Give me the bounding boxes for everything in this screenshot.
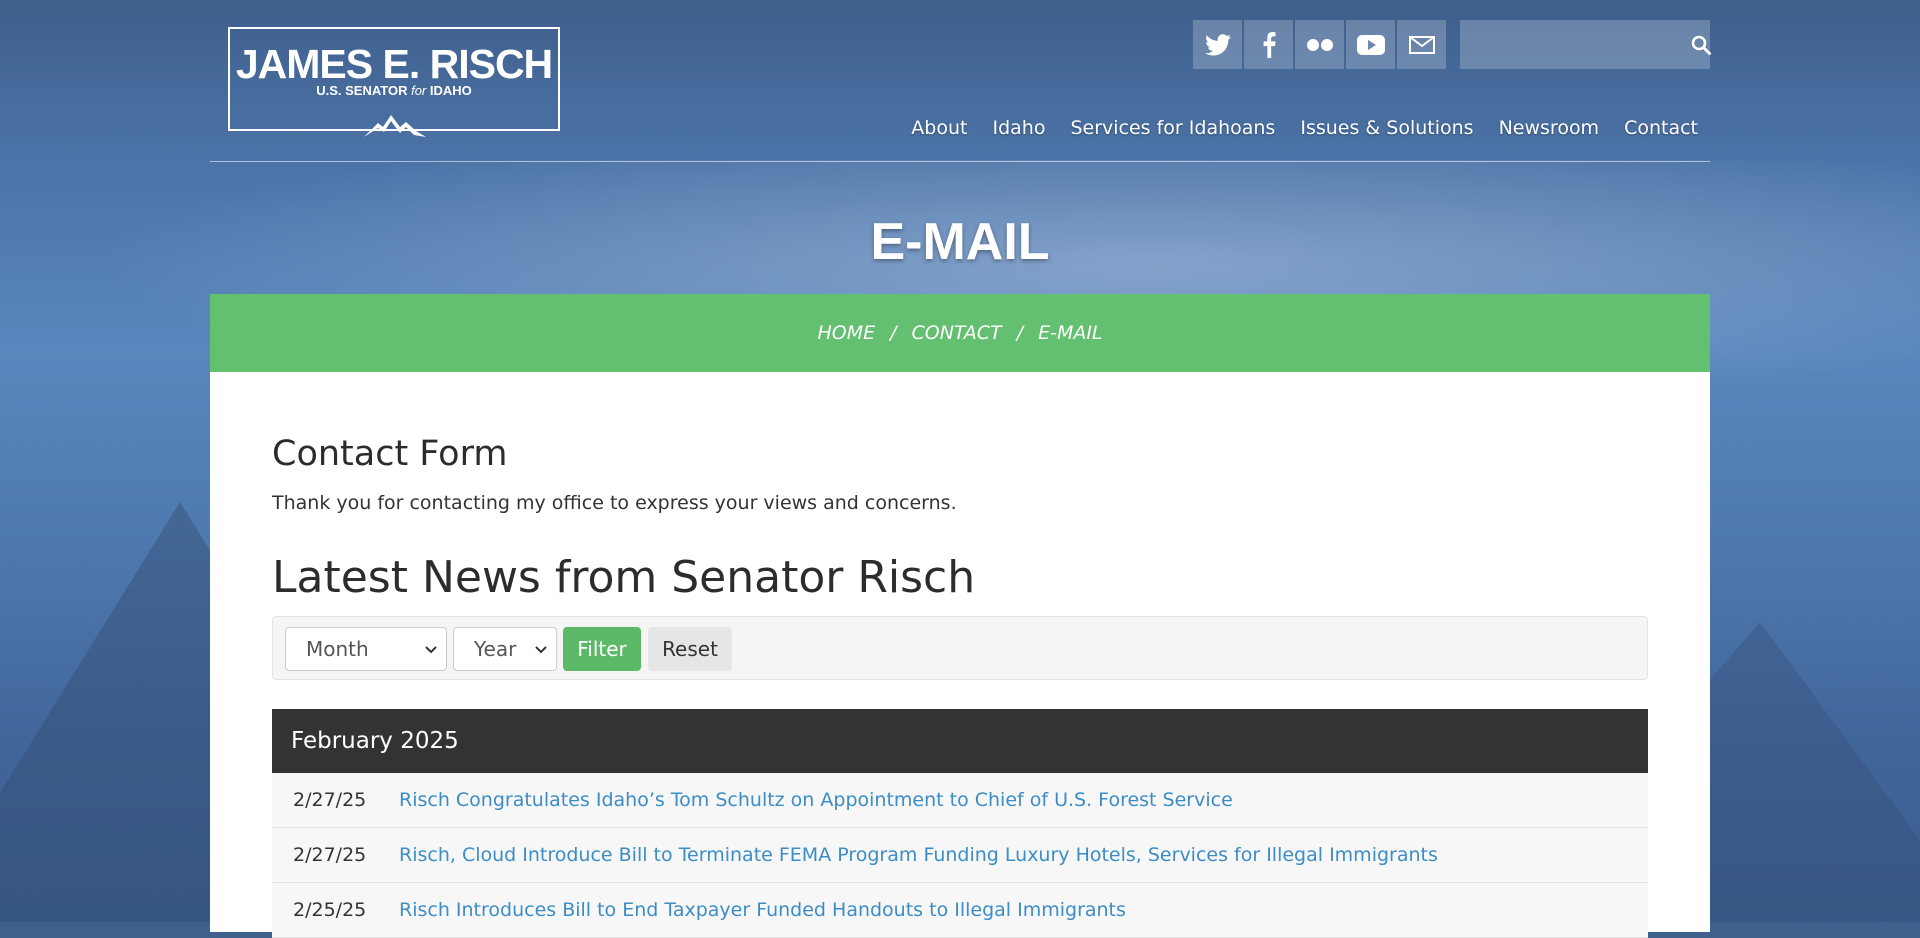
twitter-icon[interactable] [1193, 20, 1242, 69]
nav-services[interactable]: Services for Idahoans [1070, 117, 1275, 139]
year-select[interactable]: Year [453, 627, 557, 671]
youtube-icon[interactable] [1346, 20, 1395, 69]
breadcrumb: HOME / CONTACT / E-MAIL [210, 294, 1710, 372]
breadcrumb-separator: / [1016, 322, 1024, 344]
search-icon[interactable] [1691, 35, 1711, 55]
table-row: 2/27/25 Risch, Cloud Introduce Bill to T… [272, 828, 1648, 883]
nav-issues[interactable]: Issues & Solutions [1300, 117, 1473, 139]
latest-news-heading: Latest News from Senator Risch [272, 552, 976, 603]
logo-name: JAMES E. RISCH [235, 41, 553, 87]
page-title: E-MAIL [870, 213, 1050, 271]
flickr-icon[interactable] [1295, 20, 1344, 69]
breadcrumb-contact[interactable]: CONTACT [912, 322, 1002, 344]
year-select-value: Year [474, 637, 517, 661]
search-input[interactable] [1460, 21, 1691, 68]
month-group-header: February 2025 [272, 709, 1648, 773]
news-date: 2/25/25 [293, 899, 367, 921]
search-box [1460, 20, 1711, 69]
main-nav: About Idaho Services for Idahoans Issues… [911, 117, 1698, 139]
facebook-icon[interactable] [1244, 20, 1293, 69]
nav-idaho[interactable]: Idaho [992, 117, 1045, 139]
news-filter-bar: Month Year Filter Reset [272, 616, 1648, 680]
breadcrumb-separator: / [890, 322, 897, 344]
site-logo[interactable]: JAMES E. RISCH U.S. SENATOR for IDAHO [228, 27, 560, 137]
chevron-down-icon [425, 646, 437, 654]
table-row: 2/25/25 Risch Introduces Bill to End Tax… [272, 883, 1648, 938]
social-links [1193, 20, 1446, 69]
filter-button[interactable]: Filter [563, 627, 641, 671]
chevron-down-icon [535, 646, 547, 654]
nav-about[interactable]: About [911, 117, 967, 139]
news-date: 2/27/25 [293, 789, 367, 811]
reset-button[interactable]: Reset [648, 627, 732, 671]
nav-newsroom[interactable]: Newsroom [1499, 117, 1600, 139]
month-select-value: Month [306, 637, 369, 661]
breadcrumb-current: E-MAIL [1038, 322, 1103, 344]
news-table: February 2025 2/27/25 Risch Congratulate… [272, 709, 1648, 938]
mountain-icon [364, 115, 426, 137]
header-divider [210, 161, 1710, 162]
email-icon[interactable] [1397, 20, 1446, 69]
news-link[interactable]: Risch Congratulates Idaho’s Tom Schultz … [399, 789, 1233, 811]
thank-you-text: Thank you for contacting my office to ex… [272, 492, 957, 514]
news-link[interactable]: Risch, Cloud Introduce Bill to Terminate… [399, 844, 1438, 866]
nav-contact[interactable]: Contact [1624, 117, 1698, 139]
main-content: Contact Form Thank you for contacting my… [210, 372, 1710, 938]
news-date: 2/27/25 [293, 844, 367, 866]
contact-form-heading: Contact Form [272, 434, 508, 474]
news-link[interactable]: Risch Introduces Bill to End Taxpayer Fu… [399, 899, 1126, 921]
breadcrumb-home[interactable]: HOME [817, 322, 875, 344]
month-select[interactable]: Month [285, 627, 447, 671]
table-row: 2/27/25 Risch Congratulates Idaho’s Tom … [272, 773, 1648, 828]
